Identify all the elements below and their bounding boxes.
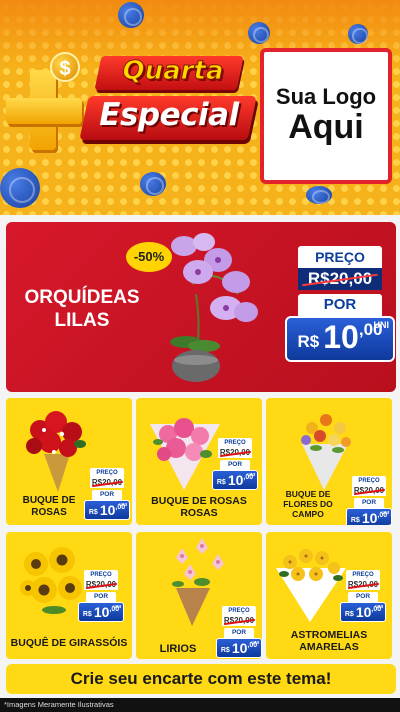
- new-price-whole: 10: [231, 640, 248, 656]
- product-price-tag: PREÇO R$20,00 POR R$ 10 ,00 UNI: [346, 476, 392, 525]
- product-price-tag: PREÇO R$20,00 POR R$ 10 ,00 UNI: [212, 438, 258, 490]
- new-price-whole: 10: [227, 472, 244, 488]
- plus-sign-icon: [6, 98, 82, 124]
- logo-text-line-2: Aqui: [288, 108, 364, 147]
- product-name: ASTROMELIAS AMARELAS: [290, 629, 368, 653]
- new-price: R$ 10 ,00 UNI: [216, 638, 262, 658]
- currency-symbol: R$: [344, 611, 354, 618]
- featured-price-tag: PREÇO R$20,00 POR R$ 10 ,00 UNI: [285, 246, 395, 362]
- blue-coin-icon: [0, 168, 40, 208]
- product-card-buque-de-flores-do-campo[interactable]: BUQUE DE FLORES DO CAMPO PREÇO R$20,00 P…: [266, 398, 392, 525]
- product-name: BUQUE DE ROSAS: [22, 495, 76, 518]
- title-line-1: Quarta: [122, 56, 224, 87]
- orchid-image: [170, 233, 258, 382]
- price-now-label: POR: [348, 592, 378, 602]
- currency-symbol: R$: [216, 479, 226, 486]
- price-now-label: POR: [298, 294, 382, 316]
- old-price: R$20,00: [298, 268, 382, 290]
- dollar-coin-icon: $: [50, 52, 80, 82]
- price-before-label: PREÇO: [346, 570, 380, 580]
- price-before-label: PREÇO: [218, 438, 252, 448]
- price-now-label: POR: [354, 498, 384, 508]
- unit-label: UNI: [375, 604, 383, 609]
- title-line-2: Especial: [99, 97, 239, 133]
- old-price: R$20,00: [346, 580, 380, 590]
- product-card-buque-de-girassois[interactable]: BUQUÊ DE GIRASSÓIS PREÇO R$20,00 POR R$ …: [6, 532, 132, 659]
- blue-coin-icon: [348, 24, 368, 44]
- unit-label: UNI: [251, 640, 259, 645]
- product-price-tag: PREÇO R$20,00 POR R$ 10 ,00 UNI: [84, 468, 130, 520]
- price-now-label: POR: [220, 460, 250, 470]
- product-card-astromelias-amarelas[interactable]: ASTROMELIAS AMARELAS PREÇO R$20,00 POR R…: [266, 532, 392, 659]
- logo-text-line-1: Sua Logo: [275, 84, 377, 110]
- old-price: R$20,00: [90, 478, 124, 488]
- currency-symbol: R$: [88, 509, 98, 516]
- product-price-tag: PREÇO R$20,00 POR R$ 10 ,00 UNI: [340, 570, 386, 622]
- price-before-label: PREÇO: [90, 468, 124, 478]
- discount-badge: -50%: [126, 242, 172, 272]
- new-price-whole: 10: [323, 319, 359, 355]
- old-price: R$20,00: [352, 486, 386, 496]
- featured-product-name: ORQUÍDEAS LILAS: [24, 287, 140, 331]
- old-price: R$20,00: [222, 616, 256, 626]
- new-price: R$ 10 ,00 UNI: [285, 316, 395, 362]
- header-banner: $ Quarta Especial Sua Logo Aqui: [0, 0, 400, 215]
- blue-coin-icon: [248, 22, 270, 44]
- old-price: R$20,00: [218, 448, 252, 458]
- unit-label: UNI: [381, 510, 389, 515]
- currency-symbol: R$: [82, 611, 92, 618]
- product-name: BUQUÊ DE GIRASSÓIS: [10, 637, 128, 649]
- blue-coin-icon: [118, 2, 144, 28]
- disclaimer-text: *Imagens Meramente Ilustrativas: [0, 698, 400, 712]
- old-price: R$20,00: [84, 580, 118, 590]
- product-card-buque-de-rosas-rosas[interactable]: BUQUE DE ROSAS ROSAS PREÇO R$20,00 POR R…: [136, 398, 262, 525]
- currency-symbol: R$: [350, 517, 360, 524]
- price-before-label: PREÇO: [298, 246, 382, 268]
- new-price-whole: 10: [93, 604, 110, 620]
- currency-symbol: R$: [220, 647, 230, 654]
- new-price-whole: 10: [99, 502, 116, 518]
- product-card-lirios[interactable]: LIRIOS PREÇO R$20,00 POR R$ 10 ,00 UNI: [136, 532, 262, 659]
- price-before-label: PREÇO: [222, 606, 256, 616]
- price-now-label: POR: [224, 628, 254, 638]
- new-price-whole: 10: [355, 604, 372, 620]
- new-price-whole: 10: [361, 510, 378, 525]
- new-price: R$ 10 ,00 UNI: [346, 508, 392, 525]
- unit-label: UNI: [119, 502, 127, 507]
- new-price: R$ 10 ,00 UNI: [84, 500, 130, 520]
- price-before-label: PREÇO: [84, 570, 118, 580]
- product-price-tag: PREÇO R$20,00 POR R$ 10 ,00 UNI: [216, 606, 262, 658]
- price-before-label: PREÇO: [352, 476, 386, 486]
- product-name: BUQUE DE ROSAS ROSAS: [151, 495, 247, 519]
- product-name: LIRIOS: [159, 643, 197, 655]
- create-flyer-button[interactable]: Crie seu encarte com este tema!: [6, 664, 396, 694]
- product-name: BUQUE DE FLORES DO CAMPO: [283, 489, 333, 519]
- product-card-buque-de-rosas[interactable]: BUQUE DE ROSAS PREÇO R$20,00 POR R$ 10 ,…: [6, 398, 132, 525]
- blue-coin-icon: [306, 186, 332, 205]
- unit-label: UNI: [113, 604, 121, 609]
- new-price: R$ 10 ,00 UNI: [340, 602, 386, 622]
- price-now-label: POR: [92, 490, 122, 500]
- currency-symbol: R$: [297, 332, 320, 351]
- featured-product[interactable]: ORQUÍDEAS LILAS -50% PREÇO R$20,00 POR R…: [6, 222, 396, 392]
- new-price: R$ 10 ,00 UNI: [212, 470, 258, 490]
- new-price: R$ 10 ,00 UNI: [78, 602, 124, 622]
- logo-placeholder[interactable]: Sua Logo Aqui: [260, 48, 392, 184]
- unit-label: UNI: [247, 472, 255, 477]
- blue-coin-icon: [140, 172, 166, 196]
- price-now-label: POR: [86, 592, 116, 602]
- product-price-tag: PREÇO R$20,00 POR R$ 10 ,00 UNI: [78, 570, 124, 622]
- unit-label: UNI: [373, 320, 390, 330]
